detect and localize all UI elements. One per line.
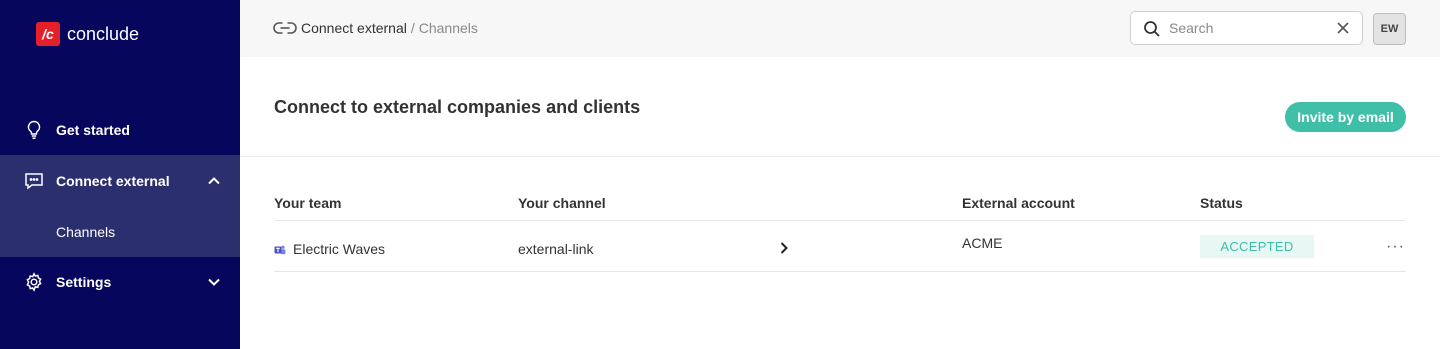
- team-name: Electric Waves: [293, 241, 386, 257]
- divider: [240, 156, 1440, 157]
- sidebar-item-get-started[interactable]: Get started: [0, 112, 240, 148]
- sidebar-item-connect-external[interactable]: Connect external: [0, 155, 240, 206]
- gear-icon: [24, 272, 44, 292]
- sidebar-item-label: Connect external: [56, 172, 170, 189]
- topbar: Connect external / Channels EW: [240, 0, 1440, 57]
- sidebar-item-label: Get started: [56, 122, 130, 138]
- sidebar-item-channels[interactable]: Channels: [0, 206, 240, 257]
- status-badge: ACCEPTED: [1200, 235, 1314, 258]
- teams-icon: [274, 243, 286, 255]
- chat-icon: [24, 171, 44, 191]
- column-header-status: Status: [1200, 195, 1243, 211]
- team-cell: Electric Waves: [274, 241, 385, 257]
- column-header-external-account: External account: [962, 195, 1075, 211]
- sidebar-item-label: Channels: [56, 223, 116, 240]
- lightbulb-icon: [24, 120, 44, 140]
- logo-text: conclude: [67, 23, 140, 44]
- sidebar: /c conclude Get started Connect external…: [0, 0, 240, 349]
- column-header-your-team: Your team: [274, 195, 342, 211]
- breadcrumb: Connect external / Channels: [273, 18, 478, 38]
- external-account: ACME: [962, 235, 1003, 251]
- page-title: Connect to external companies and client…: [274, 97, 641, 117]
- header-divider: [274, 220, 1406, 221]
- breadcrumb-connect-external[interactable]: Connect external: [301, 20, 407, 36]
- breadcrumb-channels: Channels: [418, 20, 478, 36]
- more-options-icon[interactable]: ···: [1386, 238, 1405, 256]
- search-icon: [1143, 20, 1161, 38]
- invite-by-email-button[interactable]: Invite by email: [1285, 102, 1406, 132]
- row-divider: [274, 271, 1406, 272]
- search-input[interactable]: [1169, 18, 1329, 38]
- avatar[interactable]: EW: [1373, 13, 1406, 45]
- logo[interactable]: /c conclude: [36, 22, 139, 46]
- close-icon[interactable]: [1336, 21, 1350, 35]
- search-box: [1130, 11, 1363, 45]
- chevron-down-icon[interactable]: [205, 273, 223, 291]
- chevron-right-icon: [776, 240, 792, 256]
- column-header-your-channel: Your channel: [518, 195, 606, 211]
- logo-mark: /c: [36, 22, 60, 46]
- link-icon: [273, 18, 297, 38]
- channel-name: external-link: [518, 241, 594, 257]
- sidebar-item-settings[interactable]: Settings: [0, 264, 240, 300]
- sidebar-item-label: Settings: [56, 274, 112, 290]
- chevron-up-icon[interactable]: [205, 172, 223, 190]
- breadcrumb-separator: /: [410, 20, 415, 36]
